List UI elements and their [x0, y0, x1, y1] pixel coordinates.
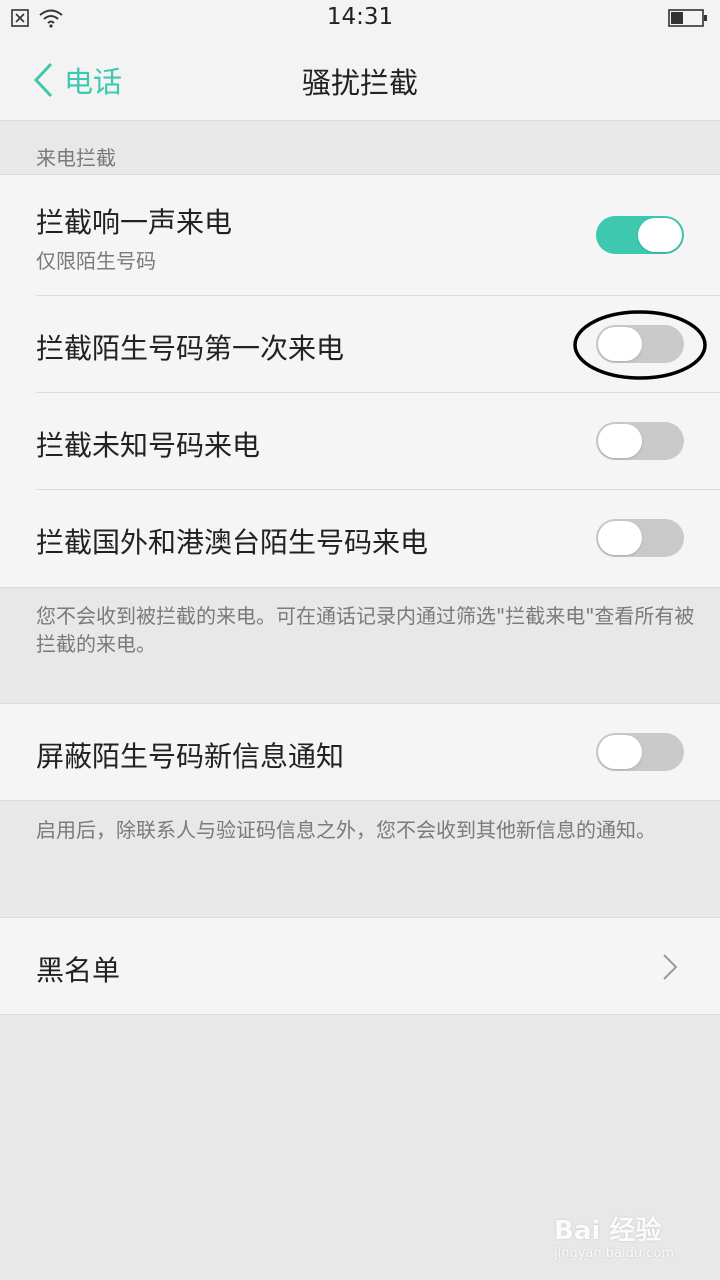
- battery-icon: [668, 9, 707, 27]
- row-title: 拦截陌生号码第一次来电: [36, 332, 345, 365]
- row-block-one-ring[interactable]: 拦截响一声来电 仅限陌生号码: [0, 175, 720, 296]
- call-block-footnote: 您不会收到被拦截的来电。可在通话记录内通过筛选"拦截来电"查看所有被拦截的来电。: [36, 604, 695, 656]
- toggle-block-unknown-number[interactable]: [596, 422, 684, 460]
- toggle-mute-stranger-messages[interactable]: [596, 733, 684, 771]
- toggle-knob: [598, 424, 642, 458]
- row-mute-stranger-messages[interactable]: 屏蔽陌生号码新信息通知: [0, 704, 720, 800]
- row-block-unknown-number[interactable]: 拦截未知号码来电: [0, 393, 720, 490]
- message-footnote: 启用后，除联系人与验证码信息之外，您不会收到其他新信息的通知。: [36, 818, 656, 842]
- toggle-knob: [638, 218, 682, 252]
- toggle-block-one-ring[interactable]: [596, 216, 684, 254]
- row-block-stranger-first-call[interactable]: 拦截陌生号码第一次来电: [0, 296, 720, 393]
- row-title: 屏蔽陌生号码新信息通知: [36, 740, 345, 773]
- toggle-block-stranger-first-call[interactable]: [596, 325, 684, 363]
- row-title: 黑名单: [36, 954, 121, 987]
- row-subtitle: 仅限陌生号码: [36, 249, 156, 273]
- message-block-group: 屏蔽陌生号码新信息通知: [0, 703, 720, 801]
- row-block-foreign-number[interactable]: 拦截国外和港澳台陌生号码来电: [0, 490, 720, 587]
- toggle-knob: [598, 521, 642, 555]
- blacklist-group: 黑名单: [0, 917, 720, 1015]
- nav-bar: 电话 骚扰拦截: [0, 38, 720, 121]
- row-blacklist[interactable]: 黑名单: [0, 918, 720, 1014]
- row-title: 拦截国外和港澳台陌生号码来电: [36, 526, 429, 559]
- call-block-group: 拦截响一声来电 仅限陌生号码 拦截陌生号码第一次来电 拦截未知号码来电 拦截国外…: [0, 174, 720, 588]
- toggle-block-foreign-number[interactable]: [596, 519, 684, 557]
- status-bar: 14:31: [0, 0, 720, 38]
- watermark-main: Bai 经验: [554, 1216, 662, 1246]
- watermark-sub: jingyan.baidu.com: [554, 1246, 674, 1261]
- baidu-jingyan-watermark: Bai 经验 jingyan.baidu.com: [548, 1200, 688, 1270]
- row-title: 拦截响一声来电: [36, 206, 233, 239]
- row-title: 拦截未知号码来电: [36, 429, 261, 462]
- status-time: 14:31: [326, 4, 394, 30]
- section-header-call-block: 来电拦截: [36, 146, 116, 170]
- page-title: 骚扰拦截: [301, 66, 418, 100]
- chevron-right-icon: [663, 954, 678, 980]
- toggle-knob: [598, 735, 642, 769]
- toggle-knob: [598, 327, 642, 361]
